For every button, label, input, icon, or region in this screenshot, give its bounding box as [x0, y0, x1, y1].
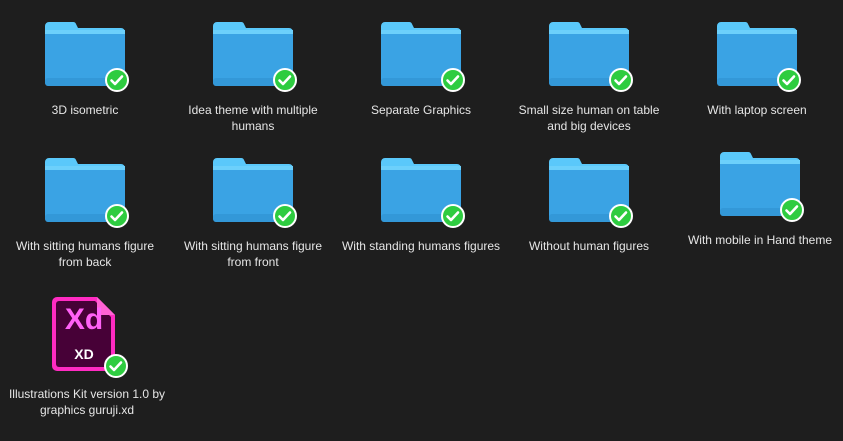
item-label: With sitting humans figure from front — [183, 239, 323, 269]
file-grid: 3D isometric Idea theme with multiple hu… — [0, 0, 843, 441]
folder-icon — [549, 154, 633, 228]
item-label: Idea theme with multiple humans — [188, 103, 318, 133]
checkmark-badge-icon — [441, 68, 465, 92]
item-label: Without human figures — [528, 239, 650, 253]
folder-item[interactable]: 3D isometric — [1, 18, 169, 118]
checkmark-badge-icon — [273, 204, 297, 228]
item-label: With mobile in Hand theme — [687, 233, 833, 247]
folder-item[interactable]: Small size human on table and big device… — [505, 18, 673, 134]
folder-item[interactable]: With mobile in Hand theme — [676, 148, 843, 248]
xd-logo-text: Xd — [64, 303, 104, 336]
item-label: Separate Graphics — [370, 103, 472, 117]
folder-item[interactable]: With laptop screen — [673, 18, 841, 118]
folder-item[interactable]: Separate Graphics — [337, 18, 505, 118]
item-label: With standing humans figures — [341, 239, 501, 253]
item-label: With laptop screen — [707, 103, 807, 117]
folder-icon — [381, 154, 465, 228]
checkmark-badge-icon — [273, 68, 297, 92]
checkmark-badge-icon — [104, 354, 128, 378]
checkmark-badge-icon — [780, 198, 804, 222]
checkmark-badge-icon — [609, 68, 633, 92]
folder-icon — [549, 18, 633, 92]
folder-item[interactable]: With sitting humans figure from front — [169, 154, 337, 270]
folder-icon — [717, 18, 801, 92]
item-label: Illustrations Kit version 1.0 by graphic… — [8, 387, 166, 417]
folder-icon — [213, 18, 297, 92]
item-label: 3D isometric — [51, 103, 119, 117]
folder-item[interactable]: Idea theme with multiple humans — [169, 18, 337, 134]
xd-file-item[interactable]: Xd XD Illustrations Kit version 1.0 by g… — [3, 296, 171, 418]
item-label: With sitting humans figure from back — [15, 239, 155, 269]
folder-item[interactable]: With sitting humans figure from back — [1, 154, 169, 270]
folder-icon — [720, 148, 804, 222]
checkmark-badge-icon — [609, 204, 633, 228]
checkmark-badge-icon — [777, 68, 801, 92]
folder-icon — [45, 154, 129, 228]
item-label: Small size human on table and big device… — [518, 103, 660, 133]
folder-item[interactable]: With standing humans figures — [337, 154, 505, 254]
xd-file-icon: Xd XD — [52, 296, 128, 378]
folder-item[interactable]: Without human figures — [505, 154, 673, 254]
folder-icon — [45, 18, 129, 92]
checkmark-badge-icon — [105, 204, 129, 228]
checkmark-badge-icon — [441, 204, 465, 228]
folder-icon — [381, 18, 465, 92]
checkmark-badge-icon — [105, 68, 129, 92]
folder-icon — [213, 154, 297, 228]
